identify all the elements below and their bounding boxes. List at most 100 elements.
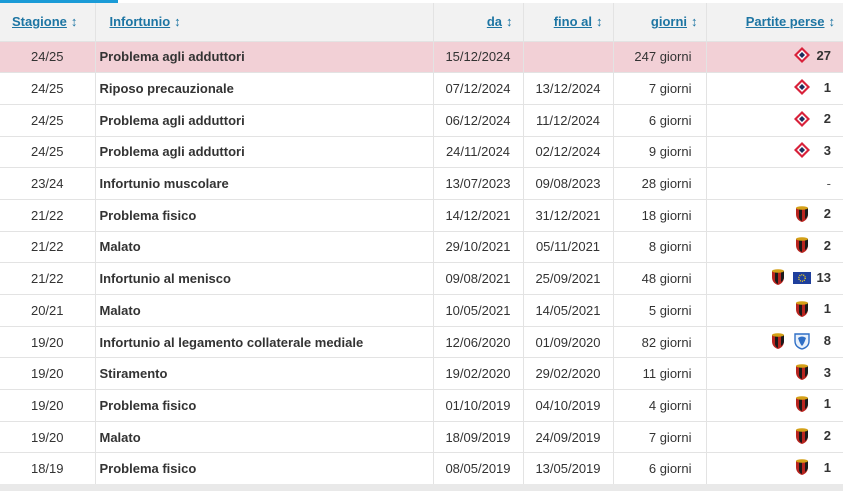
club-crest-icon[interactable] — [793, 205, 811, 223]
until-date-cell — [523, 41, 614, 74]
injury-cell: Infortunio muscolare — [95, 167, 434, 200]
column-header-season[interactable]: Stagione ↕ — [0, 3, 96, 42]
season-cell: 24/25 — [0, 72, 96, 105]
injury-cell: Infortunio al legamento collaterale medi… — [95, 326, 434, 359]
injury-cell: Problema fisico — [95, 199, 434, 232]
table-row: 23/24 Infortunio muscolare 13/07/2023 09/08… — [0, 167, 843, 200]
lille-crest-icon[interactable] — [793, 110, 811, 128]
games-missed-group: 2 — [793, 236, 831, 254]
table-row: 24/25 Problema agli adduttori 06/12/2024 11… — [0, 104, 843, 137]
games-missed-count: 3 — [823, 142, 831, 158]
lille-crest-icon[interactable] — [793, 78, 811, 96]
games-missed-group: 3 — [793, 141, 831, 159]
column-header-games-missed[interactable]: Partite perse ↕ — [706, 3, 843, 42]
header-row: Stagione ↕ Infortunio ↕ da ↕ fino al ↕ giorn… — [0, 3, 843, 42]
season-cell: 19/20 — [0, 357, 96, 391]
horizontal-scrollbar[interactable] — [0, 484, 843, 491]
games-missed-count: 2 — [823, 206, 831, 222]
days-cell: 5 giorni — [613, 294, 707, 327]
until-date-cell: 25/09/2021 — [523, 262, 614, 295]
season-cell: 21/22 — [0, 262, 96, 295]
season-cell: 18/19 — [0, 452, 96, 486]
column-header-days[interactable]: giorni ↕ — [613, 3, 707, 42]
games-missed-group: 2 — [793, 427, 831, 445]
sort-icon[interactable]: ↕ — [691, 14, 698, 29]
injury-cell: Problema agli adduttori — [95, 104, 434, 137]
from-date-cell: 01/10/2019 — [433, 389, 524, 422]
games-missed-group: 8 — [769, 332, 831, 350]
days-cell: 8 giorni — [613, 231, 707, 264]
from-date-cell: 19/02/2020 — [433, 357, 524, 391]
games-missed-count: 1 — [823, 396, 831, 412]
until-date-cell: 01/09/2020 — [523, 326, 614, 359]
table-row: 19/20 Infortunio al legamento collaterale… — [0, 326, 843, 359]
table-row: 19/20 Problema fisico 01/10/2019 04/10/2019… — [0, 389, 843, 422]
from-date-cell: 24/11/2024 — [433, 136, 524, 169]
games-missed-group: 1 — [793, 458, 831, 476]
season-cell: 20/21 — [0, 294, 96, 327]
until-date-cell: 29/02/2020 — [523, 357, 614, 391]
table-body: 24/25 Problema agli adduttori 15/12/2024 24… — [0, 41, 843, 486]
games-missed-group: 27 — [793, 46, 831, 64]
blue-shield-icon[interactable] — [793, 332, 811, 350]
games-missed-count: 2 — [823, 111, 831, 127]
sort-icon[interactable]: ↕ — [174, 14, 181, 29]
sort-icon[interactable]: ↕ — [71, 14, 78, 29]
sort-icon[interactable]: ↕ — [506, 14, 513, 29]
sort-icon[interactable]: ↕ — [829, 14, 836, 29]
from-date-cell: 15/12/2024 — [433, 41, 524, 74]
lille-crest-icon[interactable] — [793, 46, 811, 64]
games-missed-count: 1 — [823, 79, 831, 95]
season-cell: 19/20 — [0, 389, 96, 422]
days-cell: 82 giorni — [613, 326, 707, 359]
games-missed-group: - — [827, 176, 831, 191]
games-missed-count: 27 — [816, 47, 831, 63]
games-missed-count: 2 — [823, 428, 831, 444]
from-date-cell: 07/12/2024 — [433, 72, 524, 105]
sort-link-days[interactable]: giorni — [651, 14, 687, 29]
sort-link-season[interactable]: Stagione — [12, 14, 67, 29]
from-date-cell: 18/09/2019 — [433, 421, 524, 454]
games-missed-count: 1 — [823, 301, 831, 317]
days-cell: 48 giorni — [613, 262, 707, 295]
until-date-cell: 11/12/2024 — [523, 104, 614, 137]
club-crest-icon[interactable] — [793, 300, 811, 318]
club-crest-icon[interactable] — [769, 268, 787, 286]
lille-crest-icon[interactable] — [793, 141, 811, 159]
column-header-until[interactable]: fino al ↕ — [523, 3, 614, 42]
games-missed-count: 13 — [816, 269, 831, 285]
column-header-from[interactable]: da ↕ — [433, 3, 524, 42]
season-cell: 19/20 — [0, 421, 96, 454]
club-crest-icon[interactable] — [793, 427, 811, 445]
until-date-cell: 05/11/2021 — [523, 231, 614, 264]
injury-cell: Riposo precauzionale — [95, 72, 434, 105]
sort-link-games-missed[interactable]: Partite perse — [746, 14, 825, 29]
column-header-injury[interactable]: Infortunio ↕ — [95, 3, 434, 42]
days-cell: 247 giorni — [613, 41, 707, 74]
club-crest-icon[interactable] — [793, 236, 811, 254]
sort-link-until[interactable]: fino al — [554, 14, 592, 29]
eu-flag-icon[interactable] — [792, 268, 811, 286]
table-row: 19/20 Stiramento 19/02/2020 29/02/2020 11 gi… — [0, 357, 843, 391]
season-cell: 21/22 — [0, 199, 96, 232]
injury-cell: Infortunio al menisco — [95, 262, 434, 295]
table-row: 21/22 Problema fisico 14/12/2021 31/12/2021… — [0, 199, 843, 232]
days-cell: 4 giorni — [613, 389, 707, 422]
club-crest-icon[interactable] — [793, 395, 811, 413]
sort-link-from[interactable]: da — [487, 14, 502, 29]
sort-icon[interactable]: ↕ — [596, 14, 603, 29]
club-crest-icon[interactable] — [769, 332, 787, 350]
club-crest-icon[interactable] — [793, 363, 811, 381]
season-cell: 23/24 — [0, 167, 96, 200]
club-crest-icon[interactable] — [793, 458, 811, 476]
injury-cell: Malato — [95, 231, 434, 264]
from-date-cell: 13/07/2023 — [433, 167, 524, 200]
until-date-cell: 14/05/2021 — [523, 294, 614, 327]
table-row: 24/25 Problema agli adduttori 15/12/2024 24… — [0, 41, 843, 74]
until-date-cell: 31/12/2021 — [523, 199, 614, 232]
season-cell: 24/25 — [0, 104, 96, 137]
games-missed-group: 2 — [793, 205, 831, 223]
days-cell: 28 giorni — [613, 167, 707, 200]
games-missed-cell: 2 — [706, 199, 843, 232]
sort-link-injury[interactable]: Infortunio — [110, 14, 171, 29]
